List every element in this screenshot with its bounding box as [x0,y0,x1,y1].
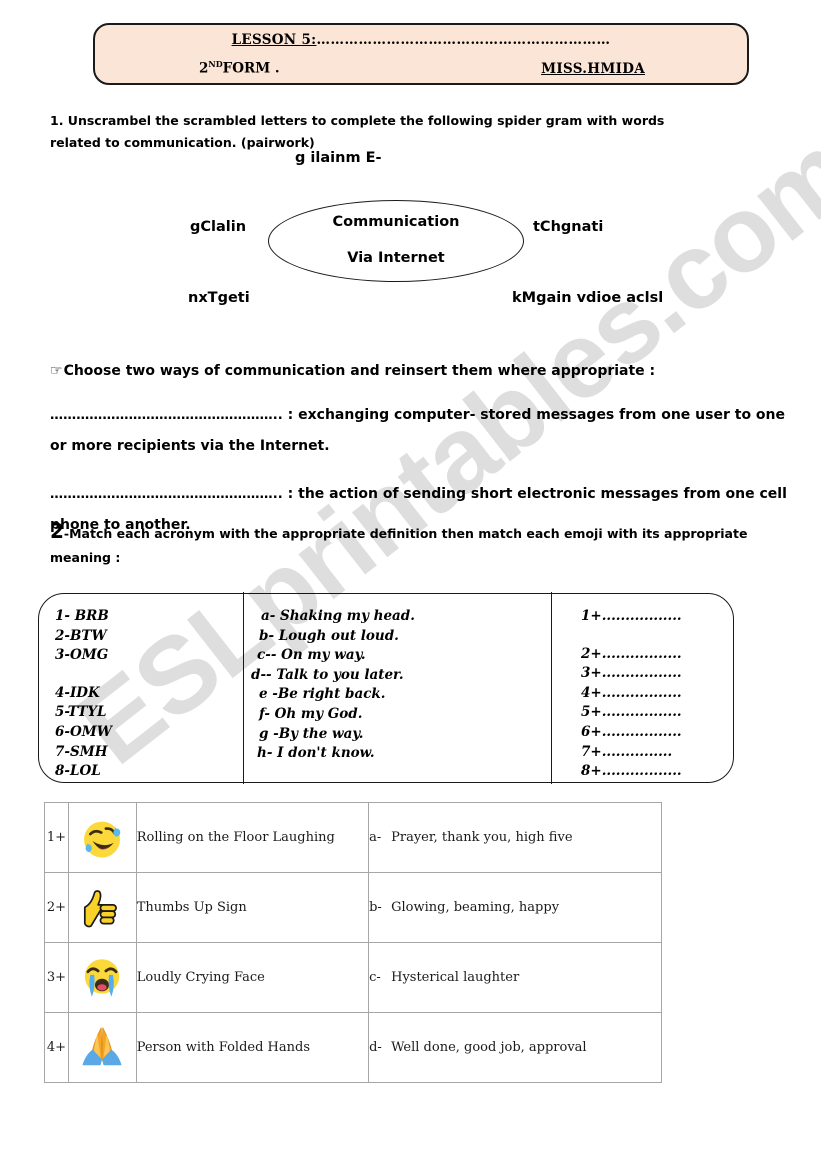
form-ordinal-suffix: ND [208,59,223,69]
spidergram-diagram: g ilainm E- gClalin tChgnati nxTgeti kMg… [0,150,821,325]
acronym-column: 1- BRB 2-BTW 3-OMG 4-IDK 5-TTYL 6-OMW 7-SMH 8-L… [55,607,235,782]
choose-two-ways-block: ☞Choose two ways of communication and re… [50,360,795,540]
emoji-row-number[interactable]: 4+ [44,1012,69,1083]
scrambled-word-right-lower: kMgain vdioe aclsl [512,290,664,306]
acronym-item: 3-OMG [55,647,109,664]
emoji-row-number[interactable]: 1+ [44,802,69,873]
emoji-meaning-letter: a- [369,830,382,845]
acronym-matching-box: 1- BRB 2-BTW 3-OMG 4-IDK 5-TTYL 6-OMW 7-SMH 8-L… [38,592,734,784]
answer-blank-1[interactable]: …………………………………………….. [50,408,283,423]
definition-item: b- Lough out loud. [259,627,399,644]
lesson-label: LESSON 5: [231,32,317,48]
rolling-on-the-floor-laughing-emoji [67,802,137,873]
emoji-meaning: b- Glowing, beaming, happy [368,872,662,943]
lesson-dots: ……………………………………………………… [316,32,611,48]
definition-item: g -By the way. [259,725,364,742]
scrambled-word-left-lower: nxTgeti [188,290,250,306]
emoji-meaning-letter: c- [369,970,381,985]
folded-hands-emoji [67,1012,137,1083]
definition-item: h- I don't know. [257,745,375,762]
table-row: 1+ Rolling on the Floor Laughing a- Prayer,… [44,802,662,873]
answer-blank-item[interactable]: 5+................. [567,703,727,723]
definition-column: a- Shaking my head. b- Lough out loud. c--… [251,607,546,764]
acronym-item: 5-TTYL [55,704,107,721]
thumbs-up-emoji [67,872,137,943]
exercise2-instruction-text: -Match each acronym with the appropriate… [50,526,748,565]
answer-blank-item[interactable]: 2+................. [567,645,727,665]
emoji-label: Person with Folded Hands [135,1012,370,1083]
pointing-hand-icon: ☞ [50,363,63,379]
answer-blank-item[interactable]: 4+................. [567,684,727,704]
acronym-item: 7-SMH [55,743,108,760]
definition-item: e -Be right back. [259,686,386,703]
answer-blank-2[interactable]: …………………………………………….. [50,487,283,502]
table-row: 4+ Person with Folded Hands d- Well done, g… [44,1012,662,1083]
definition-item: c-- On my way. [257,647,366,664]
form-label: 2NDFORM . [199,59,280,77]
loudly-crying-face-emoji [67,942,137,1013]
emoji-meaning: a- Prayer, thank you, high five [368,802,662,873]
acronym-item: 1- BRB [55,608,109,624]
emoji-meaning-letter: d- [369,1040,382,1055]
teacher-name: MISS.HMIDA [541,60,645,77]
definition-item: f- Oh my God. [259,705,363,722]
acronym-item: 6-OMW [55,723,112,740]
answer-blank-item[interactable]: 8+................. [567,762,727,782]
acronym-item: 8-LOL [55,763,101,780]
emoji-meaning-letter: b- [369,900,382,915]
emoji-meaning: d- Well done, good job, approval [368,1012,662,1083]
emoji-label: Rolling on the Floor Laughing [135,802,370,873]
scrambled-word-right-upper: tChgnati [533,219,604,235]
answer-column: 1+................. 2+................. 3+… [567,607,727,782]
emoji-label: Loudly Crying Face [135,942,370,1013]
scrambled-word-left-upper: gClalin [190,219,247,235]
definition-blank-1: …………………………………………….. : exchanging compute… [50,400,795,461]
choose-prompt-text: Choose two ways of communication and rei… [63,363,656,379]
answer-blank-item[interactable]: 7+............... [567,743,727,763]
header-lesson-line: LESSON 5:……………………………………………………… [95,32,747,48]
emoji-label: Thumbs Up Sign [135,872,370,943]
answer-blank-item[interactable]: 1+................. [567,607,727,627]
header-form-line: 2NDFORM . MISS.HMIDA [117,59,725,77]
table-row: 3+ Loudly Crying Face c- Hysterical laughte… [44,942,662,1013]
spidergram-center-line1: Communication [332,214,460,230]
exercise2-number: 2 [50,519,64,543]
scrambled-word-top: g ilainm E- [295,150,382,166]
acronym-item: 4-IDK [55,684,100,701]
emoji-meaning: c- Hysterical laughter [368,942,662,1013]
acronym-box-divider-1 [243,592,245,784]
exercise1-instruction: 1. Unscrambel the scrambled letters to c… [50,113,665,150]
exercise2-instruction: 2-Match each acronym with the appropriat… [50,521,750,570]
acronym-item: 2-BTW [55,627,107,644]
table-row: 2+ Thumbs Up Sign b- Glowing, beaming, happ… [44,872,662,943]
spidergram-center-line2: Via Internet [347,250,445,266]
spidergram-center-ellipse: Communication Via Internet [268,200,524,282]
acronym-box-divider-2 [551,592,553,784]
header-box: LESSON 5:……………………………………………………… 2NDFORM .… [93,23,749,85]
emoji-row-number[interactable]: 2+ [44,872,69,943]
choose-prompt-line: ☞Choose two ways of communication and re… [50,360,795,382]
answer-blank-item[interactable]: 3+................. [567,664,727,684]
definition-item: d-- Talk to you later. [251,666,404,683]
emoji-matching-table: 1+ Rolling on the Floor Laughing a- Prayer,… [44,802,662,1083]
definition-item: a- Shaking my head. [261,608,415,624]
emoji-row-number[interactable]: 3+ [44,942,69,1013]
answer-blank-item[interactable]: 6+................. [567,723,727,743]
